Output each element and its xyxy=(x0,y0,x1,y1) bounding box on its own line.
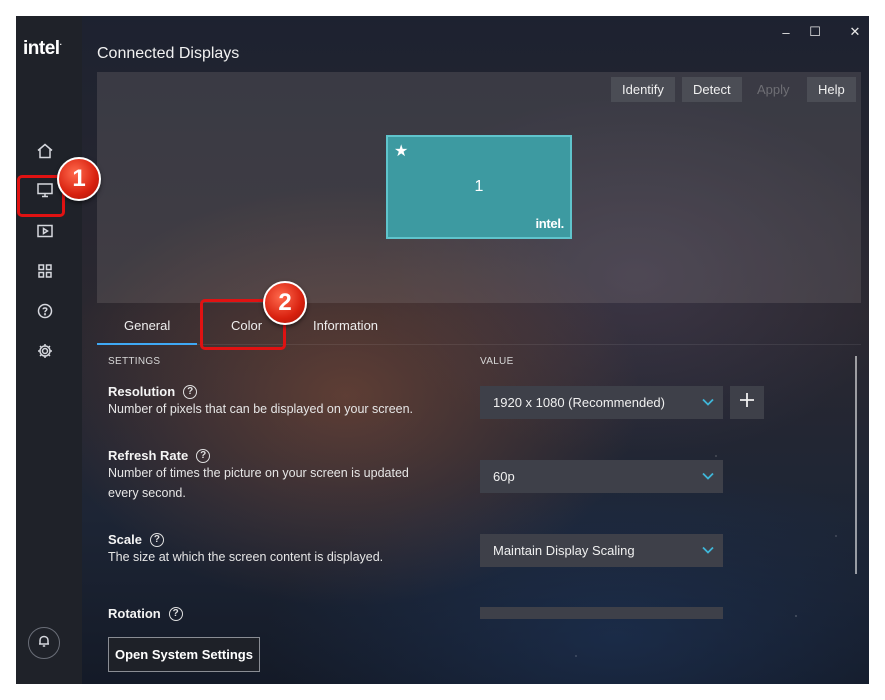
resolution-value: 1920 x 1080 (Recommended) xyxy=(493,395,665,410)
home-icon xyxy=(36,142,54,165)
resolution-name: Resolution xyxy=(108,384,176,399)
help-button[interactable]: Help xyxy=(807,77,856,102)
close-button[interactable]: ✕ xyxy=(841,24,869,40)
chevron-down-icon xyxy=(701,469,715,483)
settings-scrollbar[interactable] xyxy=(855,356,857,574)
rotation-label: Rotation ? xyxy=(108,606,183,621)
resolution-label: Resolution ? xyxy=(108,384,198,399)
scale-name: Scale xyxy=(108,532,142,547)
refresh-rate-label: Refresh Rate ? xyxy=(108,448,211,463)
rotation-name: Rotation xyxy=(108,606,161,621)
bell-icon xyxy=(37,634,51,653)
tab-general[interactable]: General xyxy=(124,318,170,333)
value-column-header: VALUE xyxy=(480,356,514,367)
plus-icon xyxy=(739,392,755,413)
refresh-rate-value: 60p xyxy=(493,469,515,484)
display-tile-1[interactable]: ★ 1 intel. xyxy=(386,135,572,239)
minimize-button[interactable]: – xyxy=(772,24,800,40)
video-icon xyxy=(36,222,54,245)
sidebar-item-video[interactable] xyxy=(29,218,61,248)
rotation-help-icon[interactable]: ? xyxy=(168,606,183,621)
refresh-rate-select[interactable]: 60p xyxy=(480,460,723,493)
notifications-button[interactable] xyxy=(28,627,60,659)
open-system-settings-button[interactable]: Open System Settings xyxy=(108,637,260,672)
sidebar: intel. xyxy=(16,16,82,684)
chevron-down-icon xyxy=(701,543,715,557)
refresh-rate-description-line1: Number of times the picture on your scre… xyxy=(108,466,409,480)
display-number: 1 xyxy=(474,178,484,195)
page-title: Connected Displays xyxy=(97,45,240,62)
annotation-step-1: 1 xyxy=(57,157,101,201)
scale-description: The size at which the screen content is … xyxy=(108,550,384,564)
resolution-select[interactable]: 1920 x 1080 (Recommended) xyxy=(480,386,723,419)
sidebar-item-apps[interactable] xyxy=(29,258,61,288)
scale-label: Scale ? xyxy=(108,532,164,547)
maximize-button[interactable]: ☐ xyxy=(801,24,829,40)
detect-button[interactable]: Detect xyxy=(682,77,742,102)
resolution-help-icon[interactable]: ? xyxy=(183,384,198,399)
add-custom-resolution-button[interactable] xyxy=(730,386,764,419)
primary-display-star-icon: ★ xyxy=(394,143,409,160)
refresh-rate-description: Number of times the picture on your scre… xyxy=(108,463,409,503)
active-tab-indicator xyxy=(97,343,197,345)
apps-grid-icon xyxy=(36,262,54,285)
intel-logo: intel. xyxy=(23,38,62,59)
help-circle-icon xyxy=(36,302,54,325)
display-tile-logo: intel. xyxy=(535,216,564,231)
annotation-step-2: 2 xyxy=(263,281,307,325)
scale-help-icon[interactable]: ? xyxy=(149,532,164,547)
resolution-description: Number of pixels that can be displayed o… xyxy=(108,402,414,416)
settings-column-header: SETTINGS xyxy=(108,356,161,367)
scale-select[interactable]: Maintain Display Scaling xyxy=(480,534,723,567)
refresh-rate-name: Refresh Rate xyxy=(108,448,189,463)
chevron-down-icon xyxy=(701,395,715,409)
rotation-select[interactable] xyxy=(480,607,723,619)
apply-button[interactable]: Apply xyxy=(746,77,801,102)
tab-information[interactable]: Information xyxy=(313,318,378,333)
identify-button[interactable]: Identify xyxy=(611,77,675,102)
sidebar-item-help[interactable] xyxy=(29,298,61,328)
refresh-rate-description-line2: every second. xyxy=(108,486,186,500)
intel-graphics-window: intel. – ☐ ✕ Connected Displays Identify… xyxy=(16,16,869,684)
gear-icon xyxy=(36,342,54,365)
sidebar-item-settings[interactable] xyxy=(29,338,61,368)
sidebar-item-home[interactable] xyxy=(29,138,61,168)
scale-value: Maintain Display Scaling xyxy=(493,543,635,558)
refresh-rate-help-icon[interactable]: ? xyxy=(196,448,211,463)
